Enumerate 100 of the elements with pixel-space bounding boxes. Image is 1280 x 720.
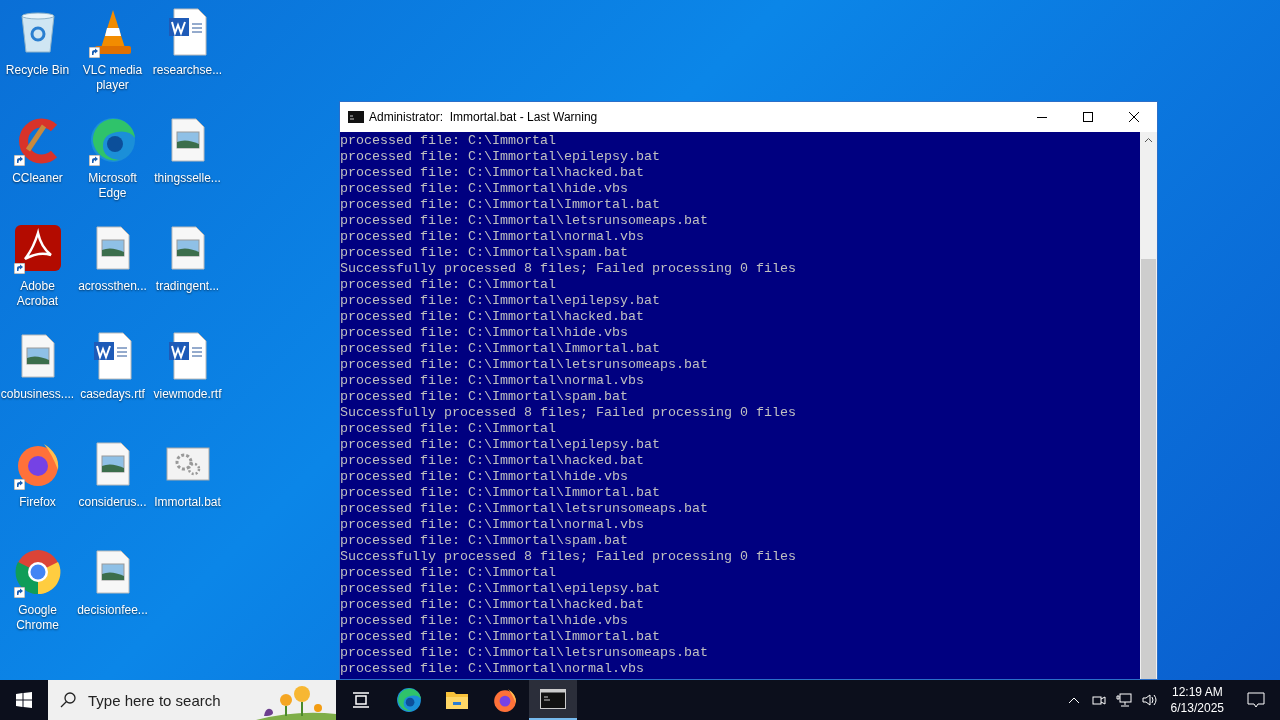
icon-label: cobusiness.... xyxy=(0,387,75,402)
icon-label: considerus... xyxy=(78,495,147,510)
image-file-icon xyxy=(94,550,131,594)
desktop-icon[interactable]: Recycle Bin xyxy=(0,6,75,114)
desktop-icon[interactable]: acrossthen... xyxy=(75,222,150,330)
word-document-icon xyxy=(92,332,133,380)
desktop-icon[interactable]: cobusiness.... xyxy=(0,330,75,438)
console-line: processed file: C:\Immortal\normal.vbs xyxy=(340,373,644,389)
console-line: Successfully processed 8 files; Failed processing 0 files xyxy=(340,549,796,565)
icon-label: Microsoft Edge xyxy=(87,171,138,201)
camera-icon[interactable] xyxy=(1091,693,1106,707)
speaker-icon[interactable] xyxy=(1141,693,1158,707)
console-line: processed file: C:\Immortal xyxy=(340,133,556,149)
console-line: processed file: C:\Immortal\hide.vbs xyxy=(340,325,628,341)
word-document-icon xyxy=(167,8,208,56)
word-document-icon xyxy=(167,332,208,380)
desktop-icon[interactable]: Microsoft Edge xyxy=(75,114,150,222)
icon-label: thingsselle... xyxy=(154,171,221,186)
icon-label: Google Chrome xyxy=(15,603,60,633)
console-line: processed file: C:\Immortal\epilepsy.bat xyxy=(340,149,660,165)
console-line: processed file: C:\Immortal\hacked.bat xyxy=(340,597,644,613)
console-line: Successfully processed 8 files; Failed processing 0 files xyxy=(340,405,796,421)
desktop-icon[interactable]: decisionfee... xyxy=(75,546,150,654)
acrobat-icon xyxy=(14,225,61,271)
console-line: processed file: C:\Immortal\letsrunsomeaps.bat xyxy=(340,645,708,661)
task-view-icon xyxy=(351,690,371,710)
icon-label: Immortal.bat xyxy=(154,495,221,510)
chevron-up-icon[interactable] xyxy=(1067,696,1080,704)
console-line: processed file: C:\Immortal\epilepsy.bat xyxy=(340,581,660,597)
close-icon xyxy=(1129,112,1139,122)
desktop-icon[interactable]: Adobe Acrobat xyxy=(0,222,75,330)
edge-browser-icon xyxy=(88,116,137,164)
time-text: 12:19 AM xyxy=(1171,684,1223,700)
icon-label: CCleaner xyxy=(12,171,63,186)
desktop-icon[interactable]: researchse... xyxy=(150,6,225,114)
edge-browser-icon xyxy=(396,687,422,713)
console-line: processed file: C:\Immortal\epilepsy.bat xyxy=(340,293,660,309)
desktop-icon[interactable]: CCleaner xyxy=(0,114,75,222)
icon-label: tradingent... xyxy=(155,279,220,294)
minimize-icon xyxy=(1037,116,1047,118)
console-line: processed file: C:\Immortal\spam.bat xyxy=(340,245,628,261)
image-file-icon xyxy=(169,226,206,270)
icon-label: casedays.rtf xyxy=(80,387,145,402)
console-line: processed file: C:\Immortal\hide.vbs xyxy=(340,469,628,485)
network-icon[interactable] xyxy=(1115,693,1132,707)
console-line: processed file: C:\Immortal\hacked.bat xyxy=(340,453,644,469)
search-icon xyxy=(60,692,76,708)
console-line: processed file: C:\Immortal\epilepsy.bat xyxy=(340,437,660,453)
icon-label: Recycle Bin xyxy=(5,63,70,78)
console-icon xyxy=(348,111,364,123)
scroll-thumb[interactable] xyxy=(1141,259,1156,679)
gears-file-icon xyxy=(165,447,210,481)
icon-label: decisionfee... xyxy=(77,603,148,618)
console-line: processed file: C:\Immortal xyxy=(340,277,556,293)
folder-icon xyxy=(445,689,469,711)
console-line: processed file: C:\Immortal\spam.bat xyxy=(340,389,628,405)
desktop-icon[interactable]: Google Chrome xyxy=(0,546,75,654)
date-text: 6/13/2025 xyxy=(1170,700,1224,716)
desktop-icon[interactable]: Immortal.bat xyxy=(150,438,225,546)
console-line: processed file: C:\Immortal\normal.vbs xyxy=(340,661,644,677)
icon-label: researchse... xyxy=(152,63,223,78)
console-line: processed file: C:\Immortal\letsrunsomeaps.bat xyxy=(340,357,708,373)
console-line: Successfully processed 8 files; Failed processing 0 files xyxy=(340,261,796,277)
image-file-icon xyxy=(169,118,206,162)
console-line: processed file: C:\Immortal\normal.vbs xyxy=(340,517,644,533)
console-line: processed file: C:\Immortal\hide.vbs xyxy=(340,613,628,629)
desktop-icon[interactable]: considerus... xyxy=(75,438,150,546)
maximize-icon xyxy=(1083,112,1093,122)
speech-bubble-icon xyxy=(1247,692,1265,708)
desktop-icon[interactable]: VLC media player xyxy=(75,6,150,114)
desktop-icon[interactable]: casedays.rtf xyxy=(75,330,150,438)
icon-label: VLC media player xyxy=(81,63,144,93)
console-line: processed file: C:\Immortal xyxy=(340,421,556,437)
console-line: processed file: C:\Immortal\letsrunsomeaps.bat xyxy=(340,213,708,229)
image-file-icon xyxy=(94,442,131,486)
icon-label: Adobe Acrobat xyxy=(15,279,60,309)
icon-label: viewmode.rtf xyxy=(153,387,222,402)
console-line: processed file: C:\Immortal xyxy=(340,565,556,581)
firefox-icon xyxy=(492,687,518,713)
image-file-icon xyxy=(94,226,131,270)
console-line: processed file: C:\Immortal\hacked.bat xyxy=(340,165,644,181)
clock[interactable]: 12:19 AM 6/13/2025 xyxy=(1162,684,1232,716)
console-line: processed file: C:\Immortal\hacked.bat xyxy=(340,309,644,325)
console-line: processed file: C:\Immortal\Immortal.bat xyxy=(340,341,660,357)
icon-label: Firefox xyxy=(19,495,56,510)
console-line: processed file: C:\Immortal\letsrunsomeaps.bat xyxy=(340,501,708,517)
chrome-icon xyxy=(13,548,62,596)
desktop-icon[interactable]: Firefox xyxy=(0,438,75,546)
desktop-icon[interactable]: viewmode.rtf xyxy=(150,330,225,438)
console-line: processed file: C:\Immortal\hide.vbs xyxy=(340,181,628,197)
console-line: processed file: C:\Immortal\Immortal.bat xyxy=(340,485,660,501)
search-field[interactable]: Type here to search xyxy=(48,680,336,720)
console-line: processed file: C:\Immortal\spam.bat xyxy=(340,533,628,549)
desktop-icon[interactable]: tradingent... xyxy=(150,222,225,330)
console-icon xyxy=(540,689,566,709)
icon-label: acrossthen... xyxy=(78,279,147,294)
console-line: processed file: C:\Immortal\Immortal.bat xyxy=(340,629,660,645)
desktop-icon[interactable]: thingsselle... xyxy=(150,114,225,222)
taskbar-app[interactable] xyxy=(529,680,577,720)
windows-icon xyxy=(16,692,32,708)
